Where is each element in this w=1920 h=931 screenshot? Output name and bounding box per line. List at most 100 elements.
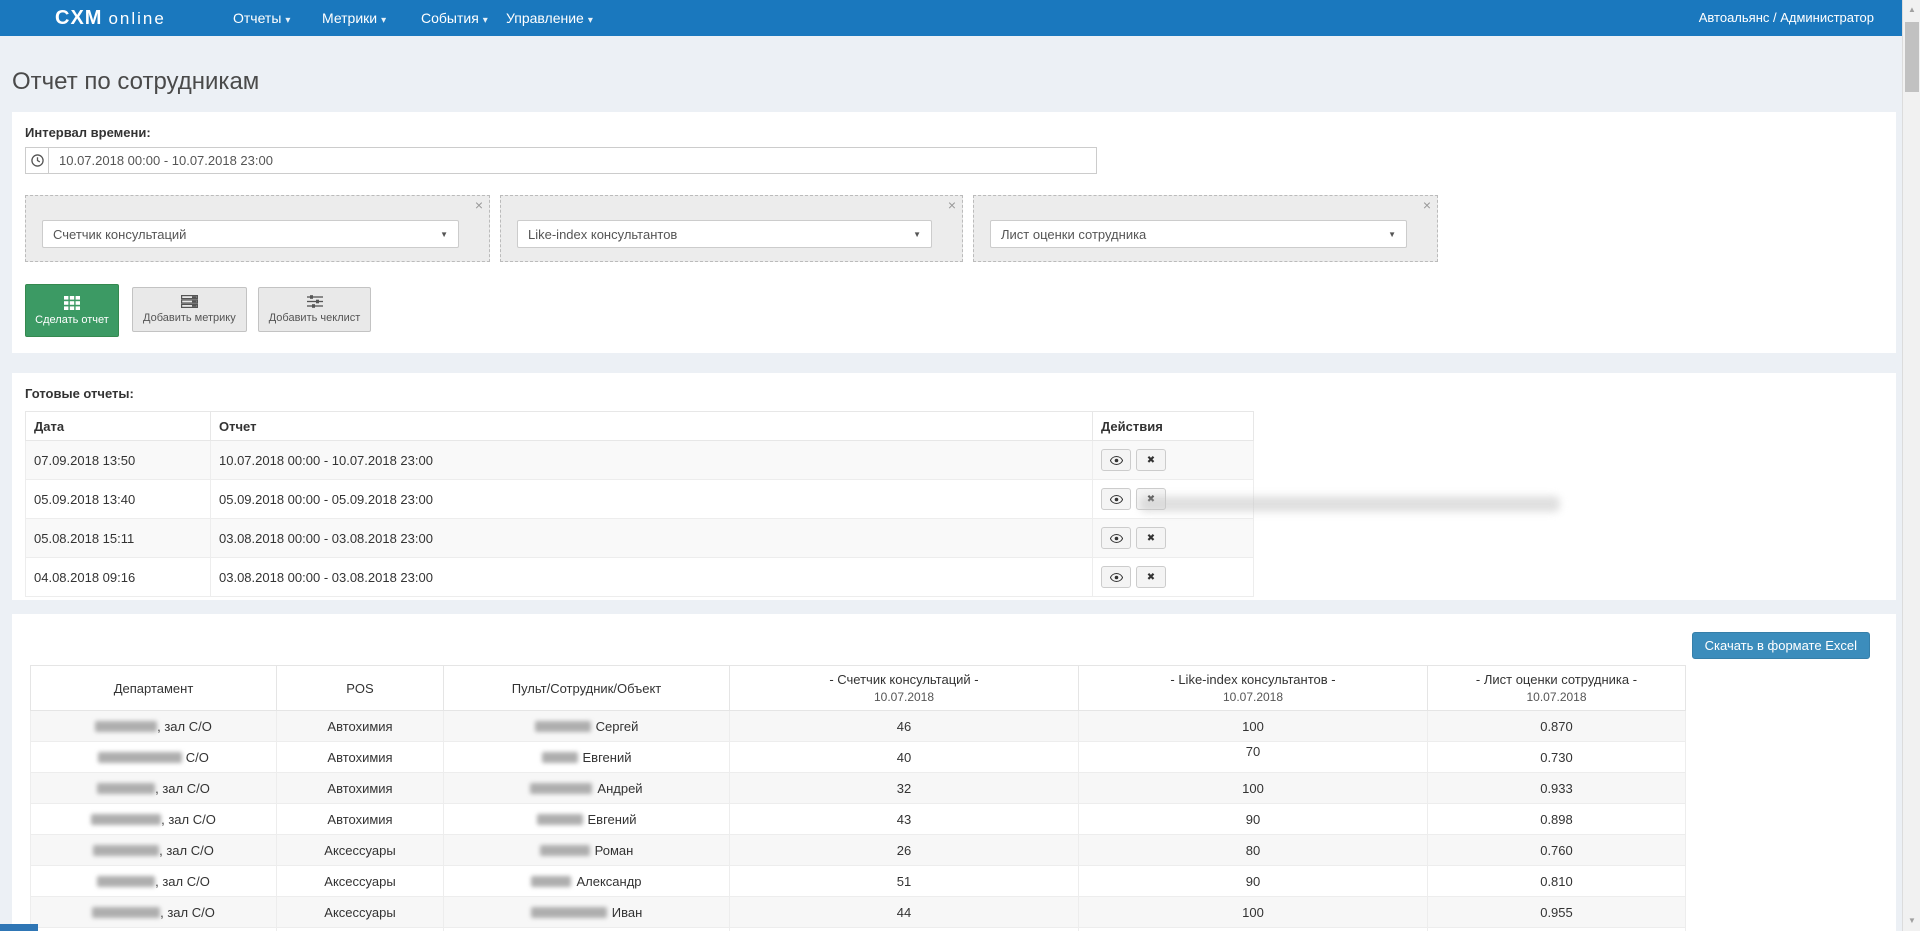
metric-select-2[interactable]: Like-index консультантов ▼ [517, 220, 932, 248]
col-header-score-sheet: - Лист оценки сотрудника -10.07.2018 [1428, 666, 1686, 711]
view-report-button[interactable] [1101, 566, 1131, 588]
make-report-button[interactable]: Сделать отчет [25, 284, 119, 337]
filters-panel: Интервал времени: × Счетчик консультаций… [12, 112, 1896, 353]
close-icon[interactable]: × [475, 198, 483, 212]
table-row: , зал С/О Аксессуары Роман 26 80 0.760 [31, 835, 1686, 866]
counter-value: 26 [730, 835, 1079, 866]
ready-reports-table: Дата Отчет Действия 07.09.2018 13:50 10.… [25, 411, 1254, 597]
status-tooltip [0, 924, 38, 931]
counter-value: 40 [730, 742, 1079, 773]
vertical-scrollbar[interactable]: ▲ ▼ [1902, 0, 1920, 931]
nav-menu-management[interactable]: Управление▾ [506, 0, 593, 36]
ready-reports-label: Готовые отчеты: [25, 386, 134, 401]
app-logo[interactable]: CXM online [55, 0, 166, 36]
like-index-value: 100 [1079, 897, 1428, 928]
top-navbar: CXM online Отчеты▾ Метрики▾ События▾ Упра… [0, 0, 1902, 36]
employee-cell: Евгений [444, 804, 730, 835]
employee-cell: Евгений [444, 742, 730, 773]
view-report-button[interactable] [1101, 449, 1131, 471]
department-cell: , зал С/О [31, 897, 277, 928]
score-value: 0.760 [1428, 835, 1686, 866]
download-excel-button[interactable]: Скачать в формате Excel [1692, 632, 1870, 659]
scroll-down-icon[interactable]: ▼ [1903, 913, 1920, 929]
col-header-actions: Действия [1093, 412, 1254, 441]
delete-report-button[interactable]: ✖ [1136, 527, 1166, 549]
department-cell: , зал С/О [31, 711, 277, 742]
caret-down-icon: ▾ [588, 15, 593, 26]
logo-secondary: online [108, 9, 165, 28]
counter-value: 44 [730, 897, 1079, 928]
add-metric-button[interactable]: Добавить метрику [132, 287, 247, 332]
redacted-text [537, 814, 583, 825]
counter-value: 32 [730, 773, 1079, 804]
scroll-up-icon[interactable]: ▲ [1903, 2, 1920, 18]
close-icon[interactable]: × [1423, 198, 1431, 212]
pos-cell: Автохимия [277, 742, 444, 773]
view-report-button[interactable] [1101, 488, 1131, 510]
interval-label: Интервал времени: [25, 125, 151, 140]
col-subheader-date: 10.07.2018 [1432, 690, 1681, 704]
redacted-text [535, 721, 591, 732]
employee-cell: Александр [444, 866, 730, 897]
col-header-department: Департамент [31, 666, 277, 711]
employee-cell [444, 928, 730, 931]
report-date: 05.08.2018 15:11 [26, 519, 211, 558]
add-checklist-button[interactable]: Добавить чеклист [258, 287, 372, 332]
select-caret-icon: ▼ [1388, 230, 1396, 239]
table-row: , зал С/О Автохимия Евгений 43 90 0.898 [31, 804, 1686, 835]
delete-report-button[interactable]: ✖ [1136, 566, 1166, 588]
metric-select-1-value: Счетчик консультаций [53, 227, 186, 242]
table-header-row: Дата Отчет Действия [26, 412, 1254, 441]
view-report-button[interactable] [1101, 527, 1131, 549]
col-header-employee: Пульт/Сотрудник/Объект [444, 666, 730, 711]
like-index-value: 100 [1079, 773, 1428, 804]
like-index-value: 90 [1079, 804, 1428, 835]
department-cell: С/О [31, 742, 277, 773]
table-row: 07.09.2018 13:50 10.07.2018 00:00 - 10.0… [26, 441, 1254, 480]
pos-cell: Автохимия [277, 711, 444, 742]
caret-down-icon: ▾ [285, 15, 290, 26]
interval-input[interactable] [48, 147, 1097, 174]
caret-down-icon: ▾ [381, 15, 386, 26]
metric-box-3: × Лист оценки сотрудника ▼ [973, 195, 1438, 262]
table-row: , зал С/О Аксессуары Александр 51 90 0.8… [31, 866, 1686, 897]
table-row: , зал С/О Аксессуары Иван 44 100 0.955 [31, 897, 1686, 928]
redacted-text [97, 783, 155, 794]
nav-menu-reports[interactable]: Отчеты▾ [233, 0, 290, 36]
delete-report-button[interactable]: ✖ [1136, 449, 1166, 471]
eye-icon [1110, 573, 1123, 582]
logo-primary: CXM [55, 7, 102, 29]
metric-select-3-value: Лист оценки сотрудника [1001, 227, 1146, 242]
nav-menu-metrics[interactable]: Метрики▾ [322, 0, 386, 36]
clock-icon [25, 147, 48, 174]
like-index-value: 70 [1079, 742, 1428, 773]
close-icon[interactable]: × [948, 198, 956, 212]
metric-select-3[interactable]: Лист оценки сотрудника ▼ [990, 220, 1407, 248]
metric-box-1: × Счетчик консультаций ▼ [25, 195, 490, 262]
employee-cell: Сергей [444, 711, 730, 742]
pos-cell: Автохимия [277, 773, 444, 804]
make-report-label: Сделать отчет [35, 314, 109, 326]
redacted-area [1140, 496, 1560, 512]
user-account-link[interactable]: Автоальянс / Администратор [1699, 0, 1874, 36]
report-interval: 05.09.2018 00:00 - 05.09.2018 23:00 [211, 480, 1093, 519]
metric-bars-icon [181, 295, 198, 308]
like-index-value: 100 [1079, 711, 1428, 742]
redacted-text [91, 814, 161, 825]
employee-cell: Андрей [444, 773, 730, 804]
like-index-value: 90 [1079, 866, 1428, 897]
pos-cell: Аксессуары [277, 897, 444, 928]
redacted-text [95, 721, 157, 732]
redacted-text [92, 907, 160, 918]
select-caret-icon: ▼ [913, 230, 921, 239]
score-value: 0.810 [1428, 866, 1686, 897]
add-metric-label: Добавить метрику [143, 312, 236, 324]
table-row: С/О Автохимия Евгений 40 70 0.730 [31, 742, 1686, 773]
metric-select-1[interactable]: Счетчик консультаций ▼ [42, 220, 459, 248]
interval-input-group [25, 147, 1097, 174]
report-date: 04.08.2018 09:16 [26, 558, 211, 597]
redacted-text [540, 845, 590, 856]
scrollbar-thumb[interactable] [1905, 22, 1919, 92]
score-value: 0.933 [1428, 773, 1686, 804]
nav-menu-events[interactable]: События▾ [421, 0, 488, 36]
